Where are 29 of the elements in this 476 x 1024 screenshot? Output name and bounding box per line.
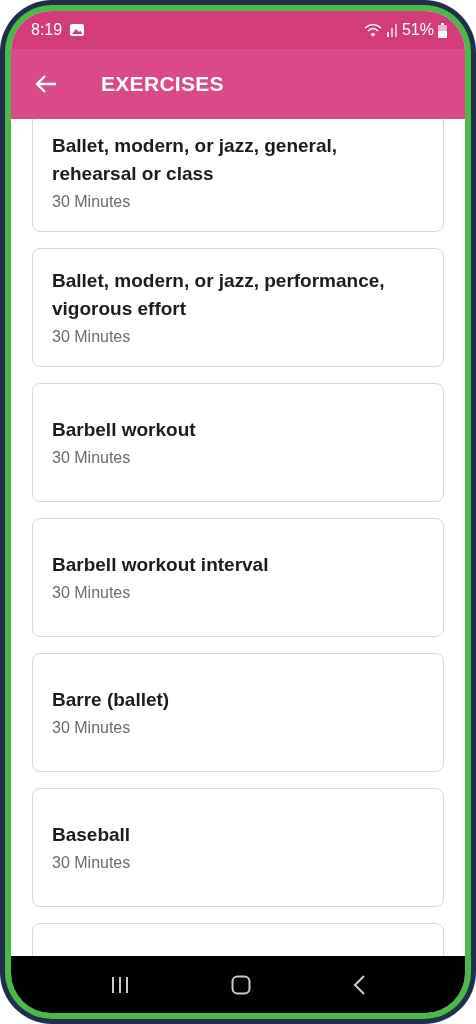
- exercise-name: Barre (ballet): [52, 687, 171, 712]
- battery-percentage: 51%: [401, 20, 434, 40]
- wifi-icon: [363, 23, 382, 37]
- exercise-card[interactable]: Barre (ballet) 30 Minutes: [32, 653, 444, 772]
- exercise-duration: 30 Minutes: [52, 852, 132, 873]
- image-icon: [70, 24, 85, 36]
- home-icon[interactable]: [231, 974, 251, 995]
- exercise-name: Ballet, modern, or jazz, general, rehearsal or class: [52, 133, 339, 186]
- exercise-duration: 30 Minutes: [52, 447, 132, 468]
- exercise-duration: 30 Minutes: [52, 582, 132, 603]
- exercise-duration: 30 Minutes: [52, 326, 132, 347]
- exercise-name: Barbell workout: [52, 417, 197, 442]
- back-icon[interactable]: [352, 974, 367, 995]
- exercise-card[interactable]: Barbell workout 30 Minutes: [32, 383, 444, 502]
- recent-apps-icon[interactable]: [109, 974, 130, 995]
- exercise-duration: 30 Minutes: [52, 191, 132, 212]
- battery-icon: [438, 22, 447, 38]
- signal-icon: [385, 23, 398, 37]
- exercise-name: Barbell workout interval: [52, 552, 270, 577]
- exercise-name: Ballet, modern, or jazz, performance, vigorous effort: [52, 268, 386, 321]
- status-time: 8:19: [31, 20, 63, 40]
- back-arrow-icon[interactable]: [35, 75, 57, 93]
- exercise-card[interactable]: Baseball 30 Minutes: [32, 788, 444, 907]
- exercise-card[interactable]: Ballet, modern, or jazz, performance, vigorous effort 30 Minutes: [32, 248, 444, 367]
- exercise-duration: 30 Minutes: [52, 717, 132, 738]
- exercise-name: Baseball: [52, 822, 132, 847]
- exercise-card[interactable]: Ballet, modern, or jazz, general, rehearsal or class 30 Minutes: [32, 119, 444, 232]
- exercise-card[interactable]: Barbell workout interval 30 Minutes: [32, 518, 444, 637]
- screen-title: EXERCISES: [101, 71, 224, 98]
